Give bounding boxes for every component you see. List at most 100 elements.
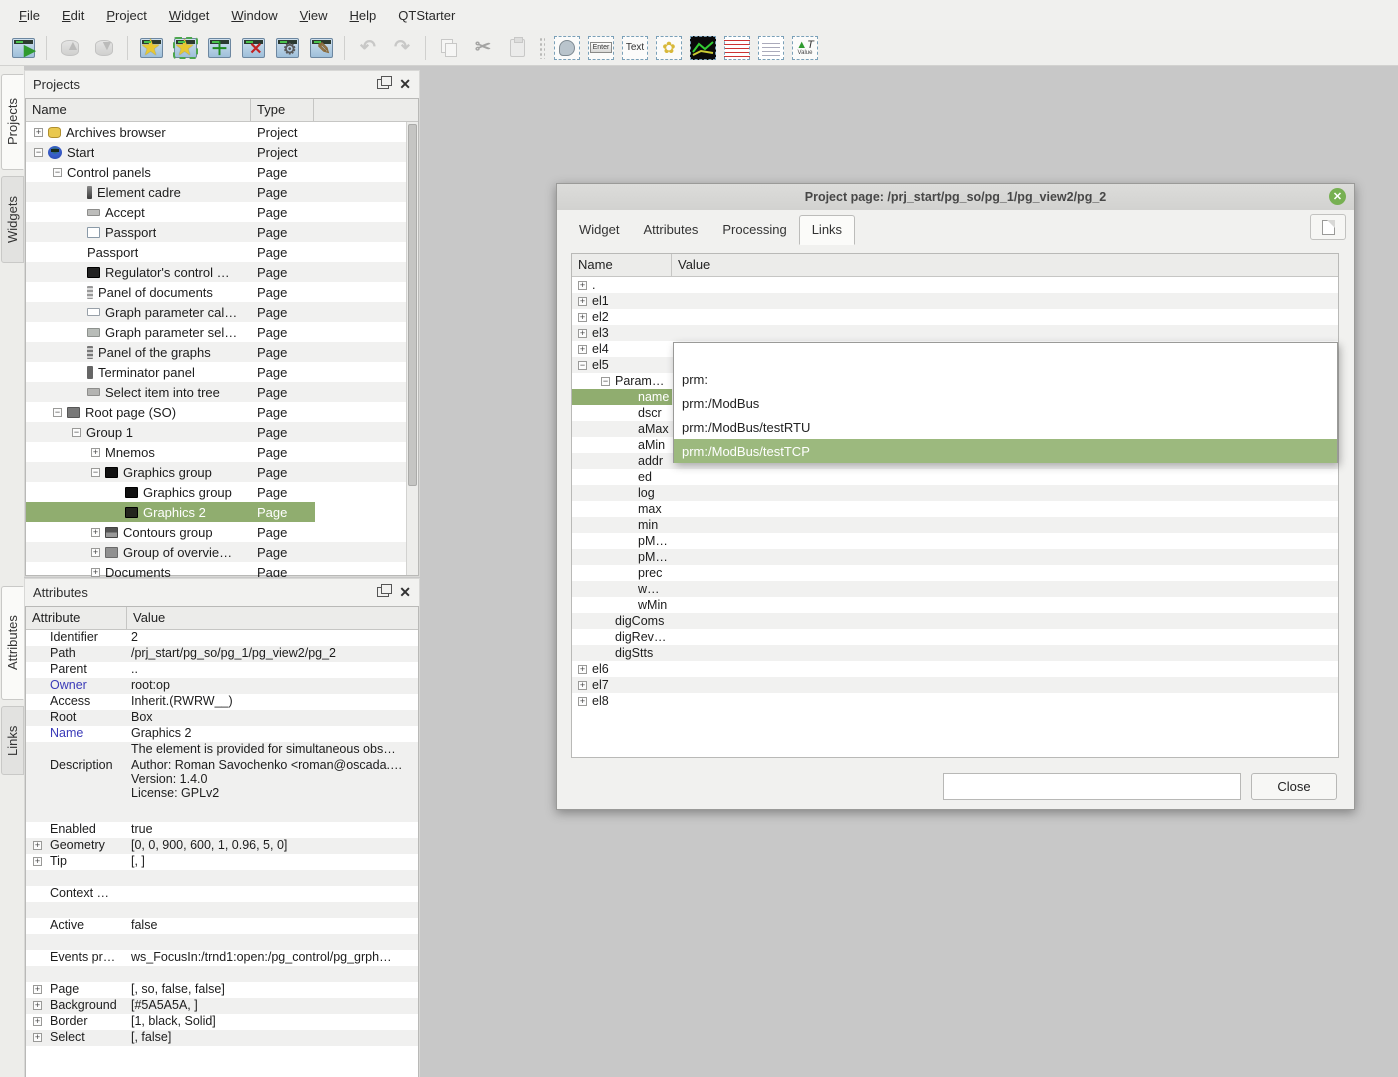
projects-scrollbar-thumb[interactable]	[408, 124, 417, 486]
link-tree-row[interactable]: +el7	[572, 677, 1338, 693]
project-tree-row[interactable]: Select item into treePage	[26, 382, 407, 402]
link-tree-row[interactable]: wMin	[572, 597, 1338, 613]
text-widget-button[interactable]: Text	[618, 32, 652, 64]
collapse-icon[interactable]: −	[91, 468, 100, 477]
page-info-button[interactable]	[1310, 214, 1346, 240]
attribute-row[interactable]: NameGraphics 2	[26, 726, 418, 742]
collapse-icon[interactable]: −	[53, 168, 62, 177]
dock-tab-projects[interactable]: Projects	[1, 74, 24, 170]
dropdown-item[interactable]: prm:/ModBus/testRTU	[674, 415, 1337, 439]
copy-button[interactable]	[432, 32, 466, 64]
project-tree-row[interactable]: −Group 1Page	[26, 422, 407, 442]
menu-project[interactable]: Project	[95, 3, 157, 28]
attributes-col-value[interactable]: Value	[127, 607, 418, 629]
value-widget-button[interactable]: ▲TValue	[788, 32, 822, 64]
link-tree-row[interactable]: +el6	[572, 661, 1338, 677]
link-tree-row[interactable]: max	[572, 501, 1338, 517]
attribute-row[interactable]: AccessInherit.(RWRW__)	[26, 694, 418, 710]
menu-edit[interactable]: Edit	[51, 3, 95, 28]
attribute-row[interactable]: Page+[, so, false, false]	[26, 982, 418, 998]
project-tree-row[interactable]: PassportPage	[26, 222, 407, 242]
dropdown-item[interactable]	[674, 343, 1337, 367]
project-tree-row[interactable]: +MnemosPage	[26, 442, 407, 462]
expand-icon[interactable]: +	[91, 568, 100, 577]
link-tree-row[interactable]: prec	[572, 565, 1338, 581]
project-tree-row[interactable]: Graph parameter sel…Page	[26, 322, 407, 342]
dialog-status-field[interactable]	[943, 773, 1241, 800]
attribute-row[interactable]: Enabledtrue	[26, 822, 418, 838]
expand-icon[interactable]: +	[34, 128, 43, 137]
expand-icon[interactable]: +	[578, 297, 587, 306]
menu-widget[interactable]: Widget	[158, 3, 220, 28]
expand-icon[interactable]: +	[578, 329, 587, 338]
link-tree-row[interactable]: +.	[572, 277, 1338, 293]
project-tree-row[interactable]: +Contours groupPage	[26, 522, 407, 542]
project-tree-row[interactable]: Terminator panelPage	[26, 362, 407, 382]
attribute-row[interactable]: Parent..	[26, 662, 418, 678]
load-widget-button[interactable]: ▶	[6, 32, 40, 64]
expand-icon[interactable]: +	[578, 681, 587, 690]
attribute-row[interactable]: Identifier2	[26, 630, 418, 646]
attribute-row[interactable]: Tip+[, ]	[26, 854, 418, 870]
project-tree-row[interactable]: Graph parameter cal…Page	[26, 302, 407, 322]
projects-col-name[interactable]: Name	[26, 99, 251, 121]
dock-tab-widgets[interactable]: Widgets	[1, 176, 24, 263]
links-col-name[interactable]: Name	[572, 254, 672, 276]
expand-icon[interactable]: +	[91, 548, 100, 557]
dialog-titlebar[interactable]: Project page: /prj_start/pg_so/pg_1/pg_v…	[557, 184, 1354, 210]
dialog-tab-processing[interactable]: Processing	[710, 216, 798, 244]
project-tree-row[interactable]: PassportPage	[26, 242, 407, 262]
menu-help[interactable]: Help	[339, 3, 388, 28]
expand-icon[interactable]: +	[33, 857, 42, 866]
attribute-row[interactable]: The element is provided for simultaneous…	[26, 742, 418, 758]
link-tree-row[interactable]: +el8	[572, 693, 1338, 709]
link-tree-row[interactable]: digComs	[572, 613, 1338, 629]
link-tree-row[interactable]: digRev…	[572, 629, 1338, 645]
edit-button[interactable]: ✎	[304, 32, 338, 64]
project-tree-row[interactable]: +DocumentsPage	[26, 562, 407, 577]
protocol-widget-button[interactable]	[720, 32, 754, 64]
dialog-tab-attributes[interactable]: Attributes	[631, 216, 710, 244]
attribute-row[interactable]: Background+[#5A5A5A, ]	[26, 998, 418, 1014]
attributes-col-attribute[interactable]: Attribute	[26, 607, 127, 629]
links-col-value[interactable]: Value	[672, 254, 1338, 276]
new-project-button[interactable]: ★	[134, 32, 168, 64]
float-panel-icon[interactable]	[377, 79, 389, 89]
link-tree-row[interactable]: pM…	[572, 549, 1338, 565]
link-tree-row[interactable]: pM…	[572, 533, 1338, 549]
project-tree-row[interactable]: −Control panelsPage	[26, 162, 407, 182]
project-tree-row[interactable]: Regulator's control …Page	[26, 262, 407, 282]
expand-icon[interactable]: +	[578, 281, 587, 290]
expand-icon[interactable]: +	[578, 697, 587, 706]
undo-button[interactable]: ↶	[351, 32, 385, 64]
delete-page-button[interactable]: ✕	[236, 32, 270, 64]
properties-button[interactable]: ⚙	[270, 32, 304, 64]
close-button[interactable]: Close	[1251, 773, 1337, 800]
expand-icon[interactable]: +	[33, 1001, 42, 1010]
attribute-row[interactable]: RootBox	[26, 710, 418, 726]
link-tree-row[interactable]: +el3	[572, 325, 1338, 341]
float-panel-icon[interactable]	[377, 587, 389, 597]
expand-icon[interactable]: +	[33, 1017, 42, 1026]
new-library-button[interactable]: ★	[168, 32, 202, 64]
attribute-row[interactable]: Activefalse	[26, 918, 418, 934]
db-load-button[interactable]: ▲	[53, 32, 87, 64]
menu-qtstarter[interactable]: QTStarter	[387, 3, 466, 28]
link-tree-row[interactable]: log	[572, 485, 1338, 501]
dialog-close-icon[interactable]: ✕	[1329, 188, 1346, 205]
form-elements-widget-button[interactable]: Enter	[584, 32, 618, 64]
projects-scrollbar[interactable]	[406, 122, 418, 575]
collapse-icon[interactable]: −	[53, 408, 62, 417]
attribute-row[interactable]: Path/prj_start/pg_so/pg_1/pg_view2/pg_2	[26, 646, 418, 662]
expand-icon[interactable]: +	[578, 665, 587, 674]
project-tree-row[interactable]: −Root page (SO)Page	[26, 402, 407, 422]
expand-icon[interactable]: +	[33, 1033, 42, 1042]
attribute-row[interactable]: Ownerroot:op	[26, 678, 418, 694]
expand-icon[interactable]: +	[91, 528, 100, 537]
expand-icon[interactable]: +	[578, 313, 587, 322]
link-tree-row[interactable]: +el1	[572, 293, 1338, 309]
menu-window[interactable]: Window	[220, 3, 288, 28]
diagram-widget-button[interactable]	[686, 32, 720, 64]
project-tree-row[interactable]: Element cadrePage	[26, 182, 407, 202]
project-tree-row[interactable]: AcceptPage	[26, 202, 407, 222]
